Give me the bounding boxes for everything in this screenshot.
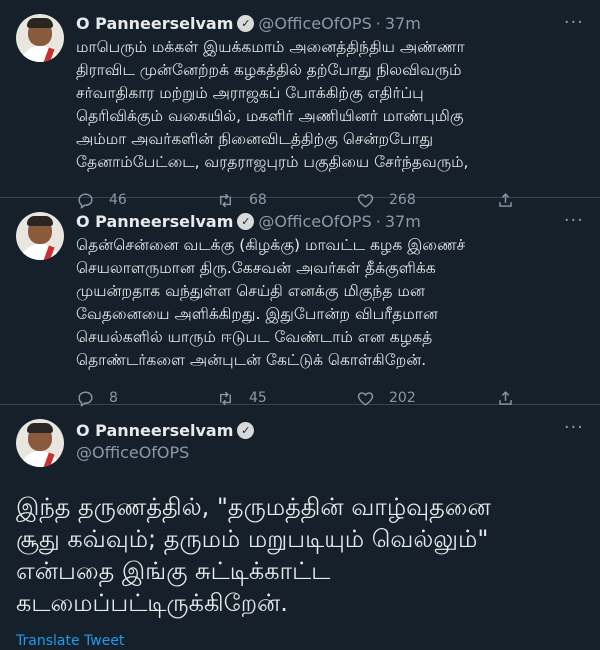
tweet-time[interactable]: 37m — [385, 212, 421, 231]
verified-badge-icon: ✓ — [237, 14, 255, 32]
author-name[interactable]: O Panneerselvam — [76, 212, 233, 231]
separator-dot: · — [375, 211, 381, 231]
author-name[interactable]: O Panneerselvam — [76, 421, 233, 440]
verified-badge-icon: ✓ — [237, 212, 255, 230]
reply-count: 8 — [109, 390, 118, 406]
author-handle[interactable]: @OfficeOfOPS — [258, 14, 371, 33]
retweet-count: 45 — [249, 390, 267, 406]
separator-dot: · — [375, 13, 381, 33]
tweet-text: தென்சென்னை வடக்கு (கிழக்கு) மாவட்ட கழக இ… — [76, 236, 466, 369]
tweet-text: இந்த தருணத்தில், "தருமத்தின் வாழ்வுதனை ச… — [16, 493, 491, 617]
author-handle[interactable]: @OfficeOfOPS — [258, 212, 371, 231]
avatar[interactable] — [16, 14, 64, 62]
tweet-header: O Panneerselvam ✓ — [76, 419, 584, 441]
tweet-header: O Panneerselvam ✓ @OfficeOfOPS · 37m — [76, 210, 584, 232]
author-name[interactable]: O Panneerselvam — [76, 14, 233, 33]
avatar[interactable] — [16, 419, 64, 467]
main-tweet[interactable]: ··· O Panneerselvam ✓ @OfficeOfOPS இந்த … — [0, 405, 600, 649]
like-count: 202 — [389, 390, 416, 406]
avatar[interactable] — [16, 212, 64, 260]
tweet[interactable]: ··· O Panneerselvam ✓ @OfficeOfOPS · 37m… — [0, 0, 600, 209]
more-icon[interactable]: ··· — [564, 417, 584, 438]
tweet-time[interactable]: 37m — [385, 14, 421, 33]
more-icon[interactable]: ··· — [564, 210, 584, 231]
author-handle[interactable]: @OfficeOfOPS — [76, 443, 584, 462]
tweet-text: மாபெரும் மக்கள் இயக்கமாம் அனைத்திந்திய அ… — [76, 38, 469, 171]
verified-badge-icon: ✓ — [237, 421, 255, 439]
tweet[interactable]: ··· O Panneerselvam ✓ @OfficeOfOPS · 37m… — [0, 198, 600, 407]
translate-tweet-link[interactable]: Translate Tweet — [16, 633, 584, 649]
more-icon[interactable]: ··· — [564, 12, 584, 33]
tweet-header: O Panneerselvam ✓ @OfficeOfOPS · 37m — [76, 12, 584, 34]
